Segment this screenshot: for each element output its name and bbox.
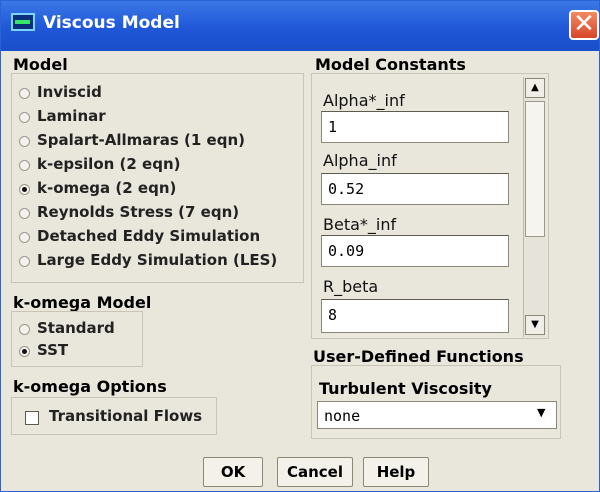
radio-laminar-label: Laminar (37, 107, 106, 125)
turbulent-viscosity-label: Turbulent Viscosity (319, 379, 492, 398)
model-heading: Model (13, 55, 68, 74)
transitional-flows-label: Transitional Flows (49, 407, 203, 425)
radio-laminar-icon (19, 112, 30, 123)
beta-star-inf-label: Beta*_inf (323, 215, 397, 234)
chevron-down-icon[interactable]: ▼ (537, 406, 545, 419)
r-beta-label: R_beta (323, 277, 379, 296)
alpha-star-inf-input[interactable]: 1 (321, 111, 509, 143)
radio-reynolds-stress-label: Reynolds Stress (7 eqn) (37, 203, 240, 221)
alpha-inf-input[interactable]: 0.52 (321, 173, 509, 205)
komega-model-heading: k-omega Model (13, 293, 152, 312)
alpha-star-inf-label: Alpha*_inf (323, 91, 405, 110)
radio-sst-label: SST (37, 341, 69, 359)
radio-k-omega-icon (19, 184, 30, 195)
radio-k-epsilon-icon (19, 160, 30, 171)
close-button[interactable]: ✕ (569, 10, 599, 40)
window-title: Viscous Model (43, 13, 180, 33)
r-beta-input[interactable]: 8 (321, 299, 509, 333)
scroll-down-icon[interactable]: ▼ (525, 315, 545, 335)
constants-scrollbar[interactable]: ▲ ▼ (523, 77, 546, 337)
radio-detached-eddy-icon (19, 232, 30, 243)
radio-inviscid-label: Inviscid (37, 83, 102, 101)
radio-reynolds-stress-icon (19, 208, 30, 219)
radio-les-label: Large Eddy Simulation (LES) (37, 251, 278, 269)
radio-inviscid-icon (19, 88, 30, 99)
komega-options-heading: k-omega Options (13, 377, 167, 396)
alpha-inf-label: Alpha_inf (323, 151, 397, 170)
scroll-thumb[interactable] (525, 101, 545, 237)
radio-spalart-allmaras-label: Spalart-Allmaras (1 eqn) (37, 131, 245, 149)
udf-heading: User-Defined Functions (313, 347, 524, 366)
radio-sst-icon (19, 346, 30, 357)
app-icon (11, 13, 35, 31)
radio-standard-icon (19, 324, 30, 335)
turbulent-viscosity-select[interactable]: none (317, 401, 557, 429)
transitional-flows-checkbox[interactable] (25, 411, 39, 425)
scroll-up-icon[interactable]: ▲ (525, 78, 545, 98)
model-constants-heading: Model Constants (315, 55, 466, 74)
radio-k-omega-label: k-omega (2 eqn) (37, 179, 177, 197)
cancel-button[interactable]: Cancel (277, 457, 353, 487)
help-button[interactable]: Help (363, 457, 429, 487)
radio-standard-label: Standard (37, 319, 115, 337)
radio-detached-eddy-label: Detached Eddy Simulation (37, 227, 261, 245)
title-bar: Viscous Model ✕ (1, 1, 599, 51)
radio-les-icon (19, 256, 30, 267)
beta-star-inf-input[interactable]: 0.09 (321, 235, 509, 267)
ok-button[interactable]: OK (203, 457, 263, 487)
radio-spalart-allmaras-icon (19, 136, 30, 147)
viscous-model-dialog: Viscous Model ✕ Model Inviscid Laminar S… (0, 0, 600, 492)
radio-k-epsilon-label: k-epsilon (2 eqn) (37, 155, 181, 173)
